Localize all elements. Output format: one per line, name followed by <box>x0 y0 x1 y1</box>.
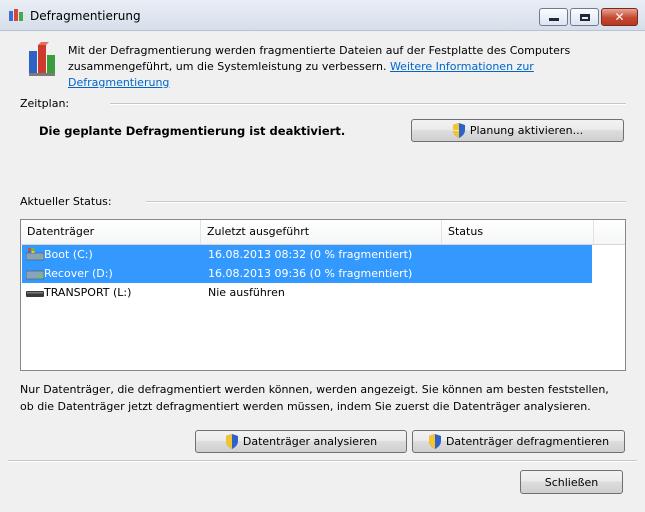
current-status-label: Aktueller Status: <box>20 195 112 208</box>
drive-last-run: Nie ausführen <box>208 286 285 299</box>
drive-name: Boot (C:) <box>44 248 93 261</box>
close-button[interactable]: Schließen <box>520 470 623 494</box>
column-header-status[interactable]: Status <box>442 220 594 244</box>
close-icon: ✕ <box>614 10 625 24</box>
defragment-drive-label: Datenträger defragmentieren <box>445 435 610 448</box>
close-window-button[interactable]: ✕ <box>601 8 638 26</box>
windows-drive-icon <box>26 248 44 261</box>
drive-note: Nur Datenträger, die defragmentiert werd… <box>20 383 609 413</box>
window-title: Defragmentierung <box>30 9 141 23</box>
drive-name: TRANSPORT (L:) <box>44 286 132 299</box>
drive-row-transport[interactable]: TRANSPORT (L:) Nie ausführen <box>22 283 592 302</box>
analyze-drive-button[interactable]: Datenträger analysieren <box>195 430 407 453</box>
enable-schedule-button[interactable]: Planung aktivieren... <box>411 119 624 142</box>
enable-schedule-label: Planung aktivieren... <box>469 124 584 137</box>
drive-list-header: Datenträger Zuletzt ausgeführt Status <box>21 220 625 245</box>
minimize-button[interactable] <box>539 8 568 26</box>
drive-row-recover[interactable]: Recover (D:) 16.08.2013 09:36 (0 % fragm… <box>22 264 592 283</box>
drive-last-run: 16.08.2013 09:36 (0 % fragmentiert) <box>208 267 413 280</box>
defragment-drive-button[interactable]: Datenträger defragmentieren <box>412 430 625 453</box>
schedule-divider <box>110 103 626 105</box>
drive-name: Recover (D:) <box>44 267 113 280</box>
drive-last-run: 16.08.2013 08:32 (0 % fragmentiert) <box>208 248 413 261</box>
uac-shield-icon <box>225 434 238 449</box>
usb-drive-icon <box>26 291 44 297</box>
drive-list[interactable]: Datenträger Zuletzt ausgeführt Status Bo… <box>20 219 626 371</box>
minimize-icon <box>548 18 559 21</box>
footer-divider <box>8 460 637 462</box>
drive-row-boot[interactable]: Boot (C:) 16.08.2013 08:32 (0 % fragment… <box>22 245 592 264</box>
maximize-button[interactable] <box>570 8 599 26</box>
uac-shield-icon <box>428 434 441 449</box>
column-header-drive[interactable]: Datenträger <box>21 220 201 244</box>
close-button-label: Schließen <box>544 475 599 489</box>
schedule-status: Die geplante Defragmentierung ist deakti… <box>39 124 346 138</box>
defrag-app-icon <box>9 9 23 21</box>
defrag-window: Defragmentierung ✕ Mit der Defragmentier… <box>0 0 645 512</box>
maximize-icon <box>579 13 590 21</box>
analyze-drive-label: Datenträger analysieren <box>242 435 378 448</box>
intro-text: Mit der Defragmentierung werden fragment… <box>68 43 628 91</box>
defrag-large-icon <box>29 42 55 76</box>
uac-shield-icon <box>452 123 465 138</box>
title-bar[interactable]: Defragmentierung ✕ <box>0 0 645 31</box>
column-header-last-run[interactable]: Zuletzt ausgeführt <box>201 220 442 244</box>
hard-drive-icon <box>26 270 44 280</box>
current-status-divider <box>146 201 626 203</box>
schedule-label: Zeitplan: <box>20 97 70 110</box>
